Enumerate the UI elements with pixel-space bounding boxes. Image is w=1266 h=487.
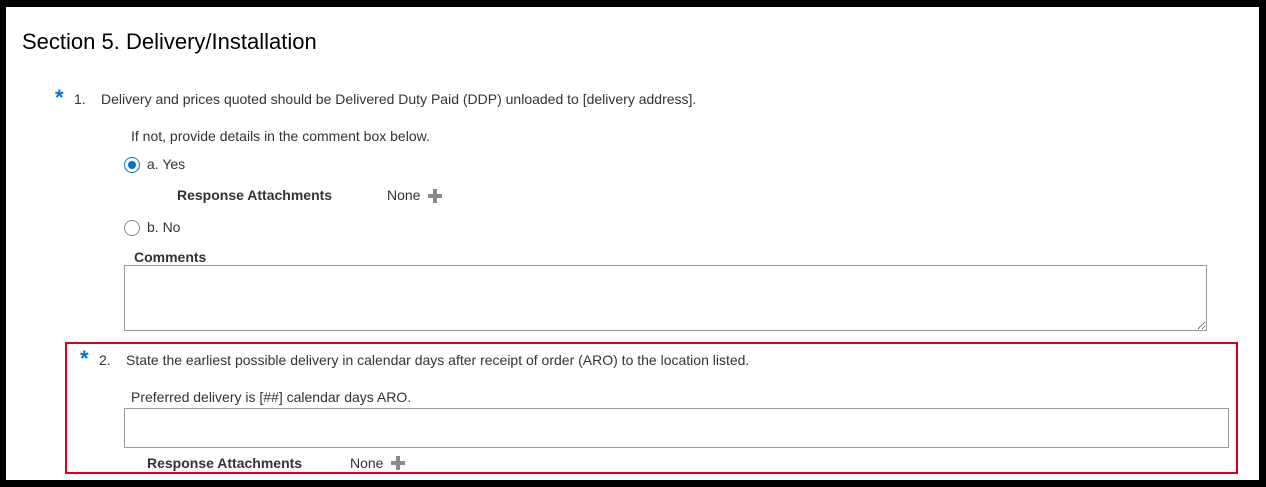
add-attachment-icon[interactable] xyxy=(427,188,443,204)
radio-no[interactable] xyxy=(124,220,140,236)
question-instruction: Preferred delivery is [##] calendar days… xyxy=(131,389,412,405)
option-yes-label: a. Yes xyxy=(147,156,186,172)
delivery-days-input[interactable] xyxy=(124,408,1229,448)
radio-yes[interactable] xyxy=(124,157,140,173)
comments-label: Comments xyxy=(134,249,207,265)
question-instruction: If not, provide details in the comment b… xyxy=(131,128,430,144)
required-marker: * xyxy=(55,85,64,110)
response-attachments-label: Response Attachments xyxy=(177,187,333,203)
add-attachment-icon[interactable] xyxy=(390,455,406,471)
option-no-label: b. No xyxy=(147,219,181,235)
question-number: 2. xyxy=(99,352,111,368)
question-text: Delivery and prices quoted should be Del… xyxy=(101,91,697,107)
response-attachments-value: None xyxy=(387,187,421,203)
section-title: Section 5. Delivery/Installation xyxy=(22,29,317,54)
page-frame: Section 5. Delivery/Installation * 1. De… xyxy=(6,7,1259,480)
response-attachments-label: Response Attachments xyxy=(147,455,303,471)
response-attachments-value: None xyxy=(350,455,384,471)
question-text: State the earliest possible delivery in … xyxy=(126,352,750,368)
comments-textarea[interactable] xyxy=(124,265,1207,331)
required-marker: * xyxy=(80,346,89,371)
question-number: 1. xyxy=(74,91,86,107)
